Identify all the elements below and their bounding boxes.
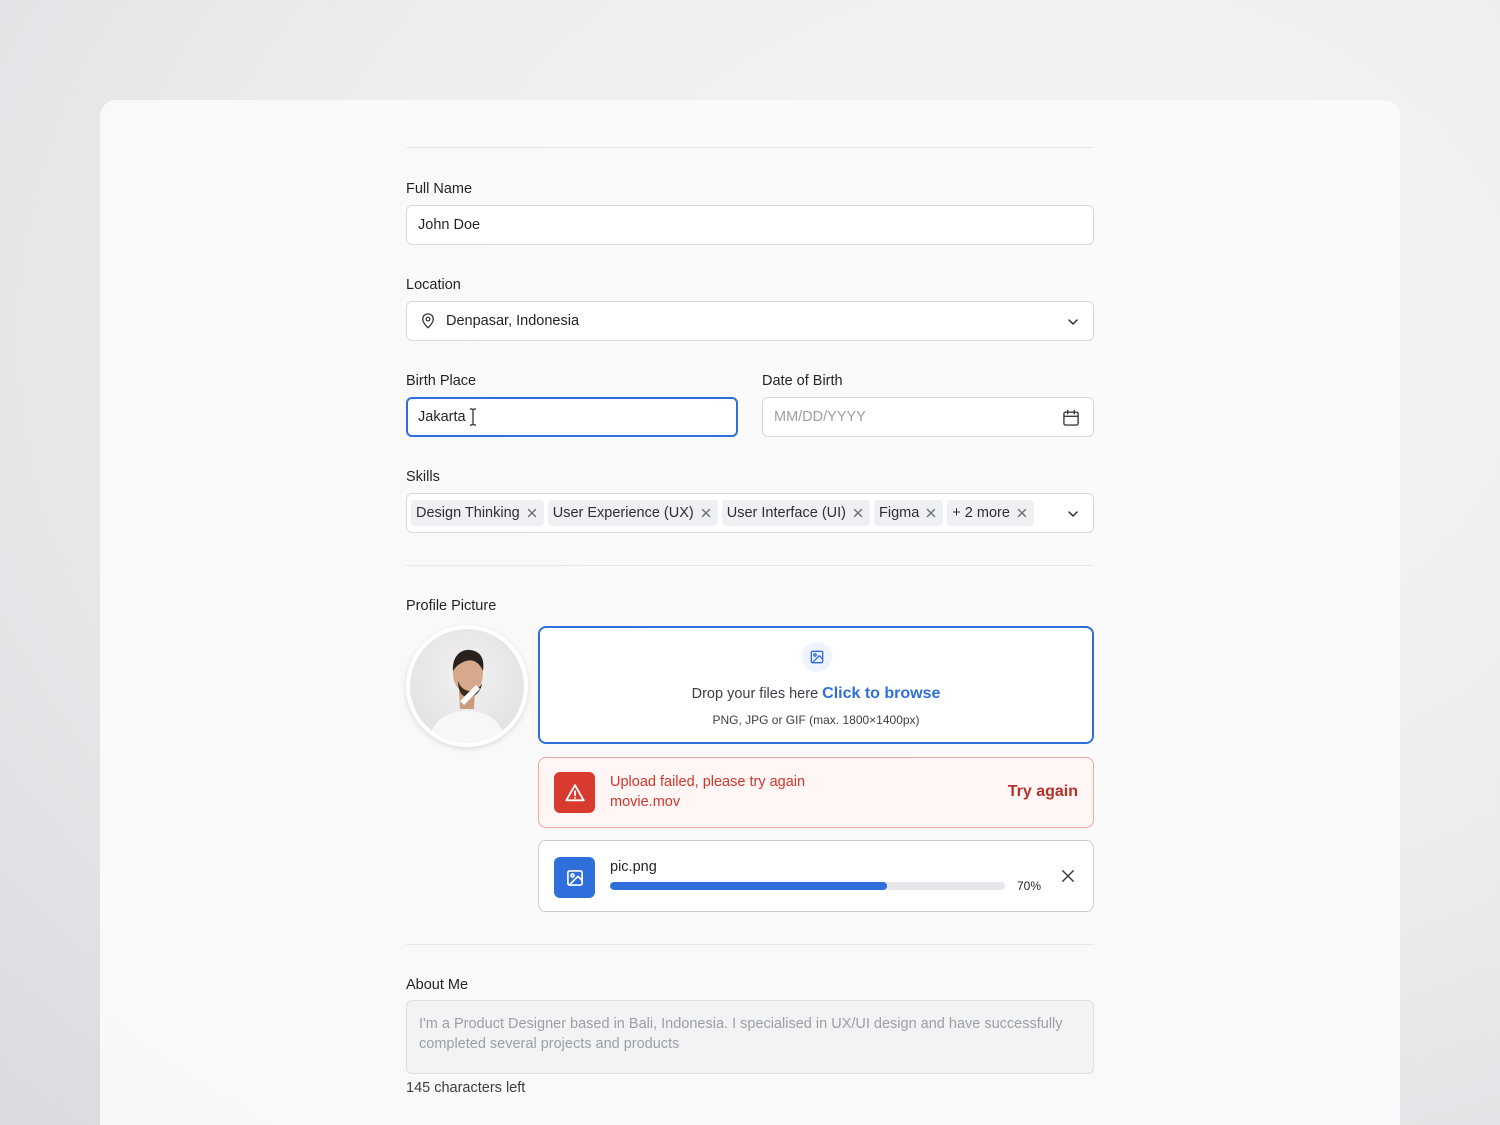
upload-progress-bar — [610, 882, 1005, 890]
about-me-label: About Me — [406, 977, 469, 993]
try-again-button[interactable]: Try again — [1008, 783, 1078, 801]
upload-error-card: Upload failed, please try again movie.mo… — [538, 757, 1094, 828]
error-file-name: movie.mov — [610, 794, 681, 810]
remove-tag-icon[interactable] — [700, 507, 712, 519]
skill-tag: User Interface (UI) — [721, 500, 870, 526]
browse-link[interactable]: Click to browse — [822, 685, 940, 702]
remove-tag-icon[interactable] — [852, 507, 864, 519]
remove-tag-icon[interactable] — [1016, 507, 1028, 519]
birth-place-input[interactable]: Jakarta — [406, 397, 738, 437]
skill-tag: Design Thinking — [411, 500, 544, 526]
text-cursor-icon — [469, 408, 477, 426]
section-divider — [406, 565, 1094, 566]
skills-label: Skills — [406, 469, 440, 485]
upload-progress-percent: 70% — [1017, 879, 1042, 893]
more-skills-tag[interactable]: + 2 more — [947, 500, 1034, 526]
remove-tag-icon[interactable] — [526, 507, 538, 519]
skills-multiselect[interactable]: Design Thinking User Experience (UX) Use… — [406, 493, 1094, 533]
dropzone-hint: PNG, JPG or GIF (max. 1800×1400px) — [712, 713, 920, 727]
close-icon[interactable] — [1059, 867, 1077, 885]
chevron-down-icon[interactable] — [1065, 506, 1081, 522]
date-of-birth-label: Date of Birth — [762, 373, 843, 389]
full-name-value: John Doe — [418, 217, 481, 233]
full-name-input[interactable]: John Doe — [406, 205, 1094, 245]
error-title: Upload failed, please try again — [610, 774, 806, 790]
birth-place-label: Birth Place — [406, 373, 477, 389]
form-card: Full Name John Doe Location Denpasar, In… — [100, 100, 1400, 1125]
image-file-icon — [554, 857, 595, 898]
remove-tag-icon[interactable] — [925, 507, 937, 519]
chevron-down-icon — [1065, 314, 1081, 330]
location-select[interactable]: Denpasar, Indonesia — [406, 301, 1094, 341]
calendar-icon[interactable] — [1061, 408, 1081, 428]
location-label: Location — [406, 277, 461, 293]
file-dropzone[interactable]: Drop your files here Click to browse PNG,… — [538, 626, 1094, 744]
birth-place-value: Jakarta — [418, 409, 466, 425]
date-of-birth-input[interactable]: MM/DD/YYYY — [762, 397, 1094, 437]
profile-picture-label: Profile Picture — [406, 598, 497, 614]
map-pin-icon — [419, 312, 437, 330]
full-name-label: Full Name — [406, 181, 473, 197]
avatar[interactable] — [406, 625, 528, 747]
upload-progress-fill — [610, 882, 887, 890]
date-of-birth-placeholder: MM/DD/YYYY — [774, 409, 866, 425]
warning-icon — [554, 772, 595, 813]
top-divider — [406, 147, 1094, 148]
image-icon — [802, 642, 832, 672]
skill-tag: User Experience (UX) — [547, 500, 718, 526]
skill-tag: Figma — [873, 500, 944, 526]
character-counter: 145 characters left — [406, 1080, 526, 1096]
upload-progress-card: pic.png 70% — [538, 840, 1094, 912]
about-me-textarea[interactable]: I'm a Product Designer based in Bali, In… — [406, 1000, 1094, 1074]
upload-file-name: pic.png — [610, 859, 657, 875]
avatar-portrait-icon — [428, 649, 506, 743]
section-divider — [406, 944, 1094, 945]
location-value: Denpasar, Indonesia — [446, 313, 580, 329]
dropzone-text: Drop your files here Click to browse — [691, 685, 941, 702]
